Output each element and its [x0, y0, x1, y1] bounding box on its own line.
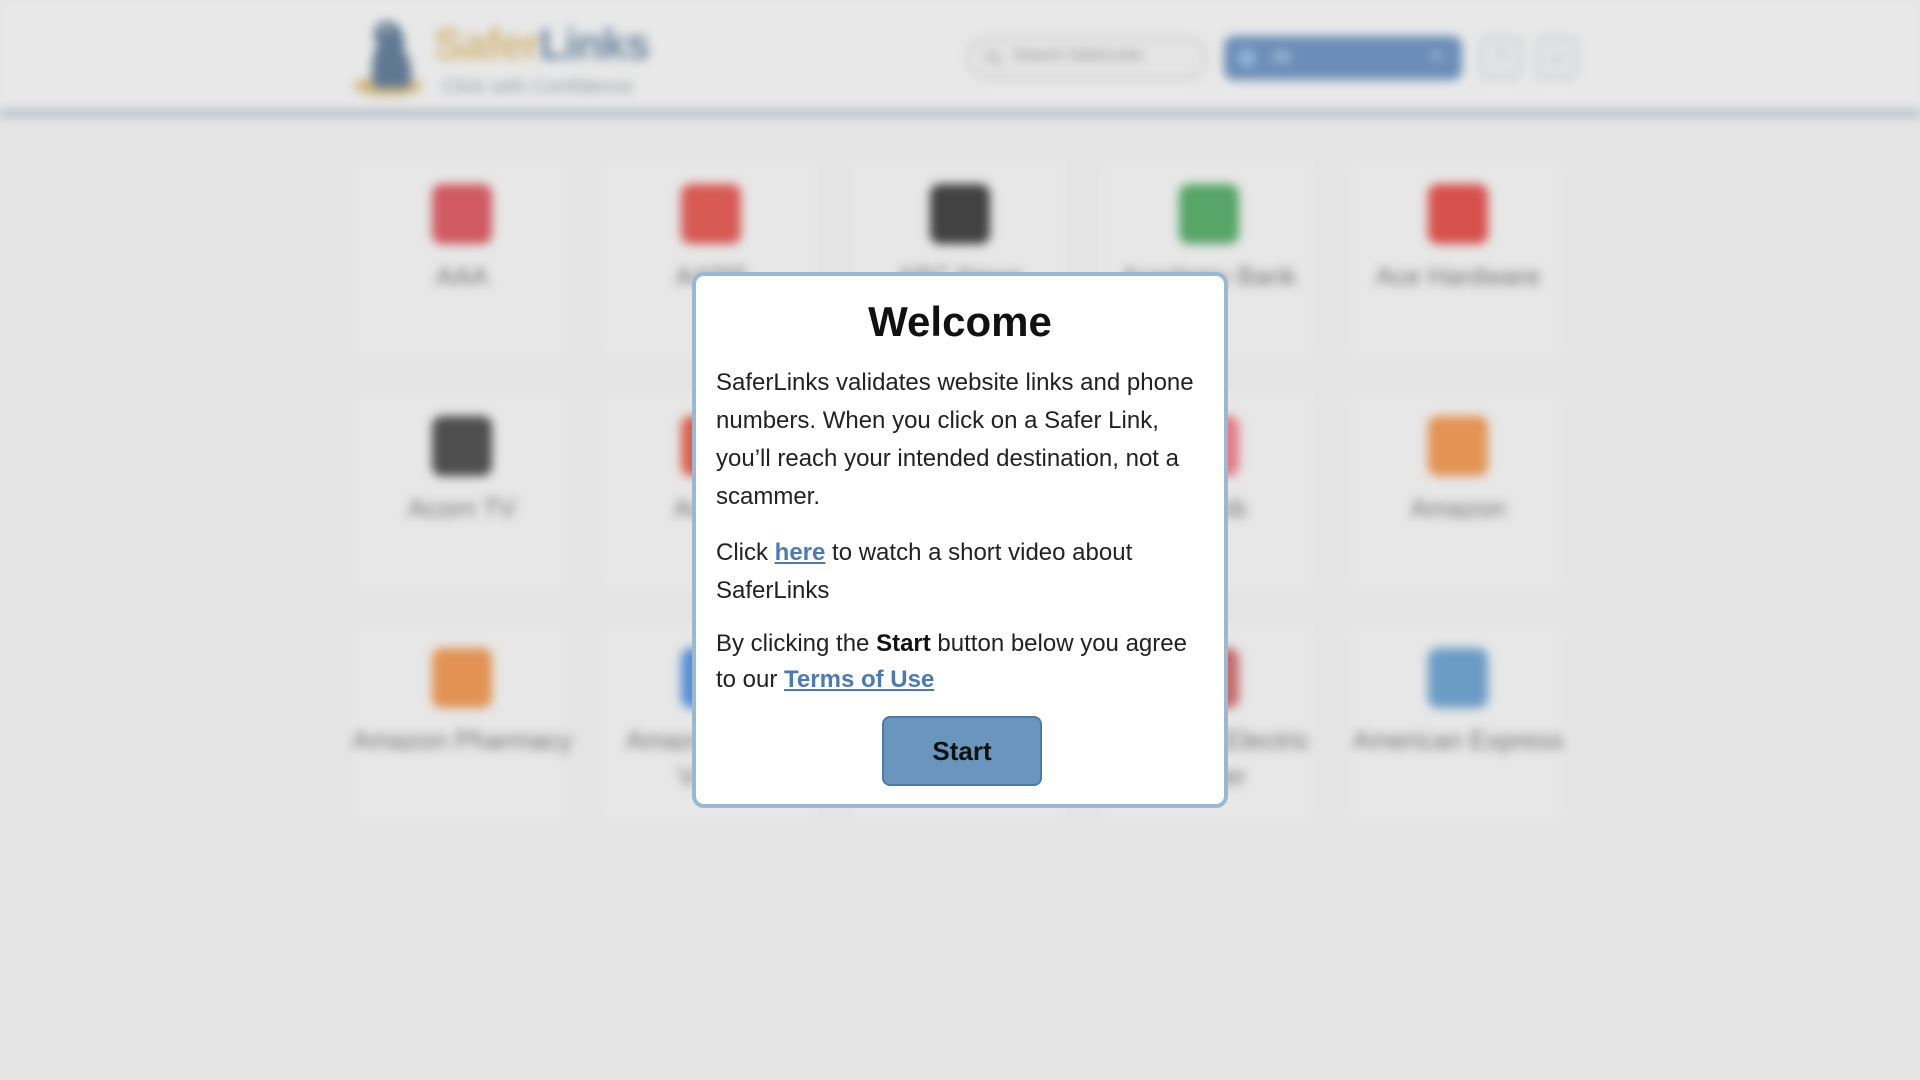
dialog-terms-text: By clicking the Start button below you a…	[716, 630, 1187, 693]
start-button[interactable]: Start	[882, 716, 1042, 786]
terms-of-use-link[interactable]: Terms of Use	[784, 666, 934, 693]
dialog-title: Welcome	[868, 298, 1052, 345]
video-link[interactable]: here	[775, 539, 826, 566]
welcome-dialog: Welcome SaferLinks validates website lin…	[692, 272, 1228, 808]
dialog-video-text: Click here to watch a short video about …	[716, 539, 1133, 604]
dialog-intro: SaferLinks validates website links and p…	[716, 369, 1194, 510]
